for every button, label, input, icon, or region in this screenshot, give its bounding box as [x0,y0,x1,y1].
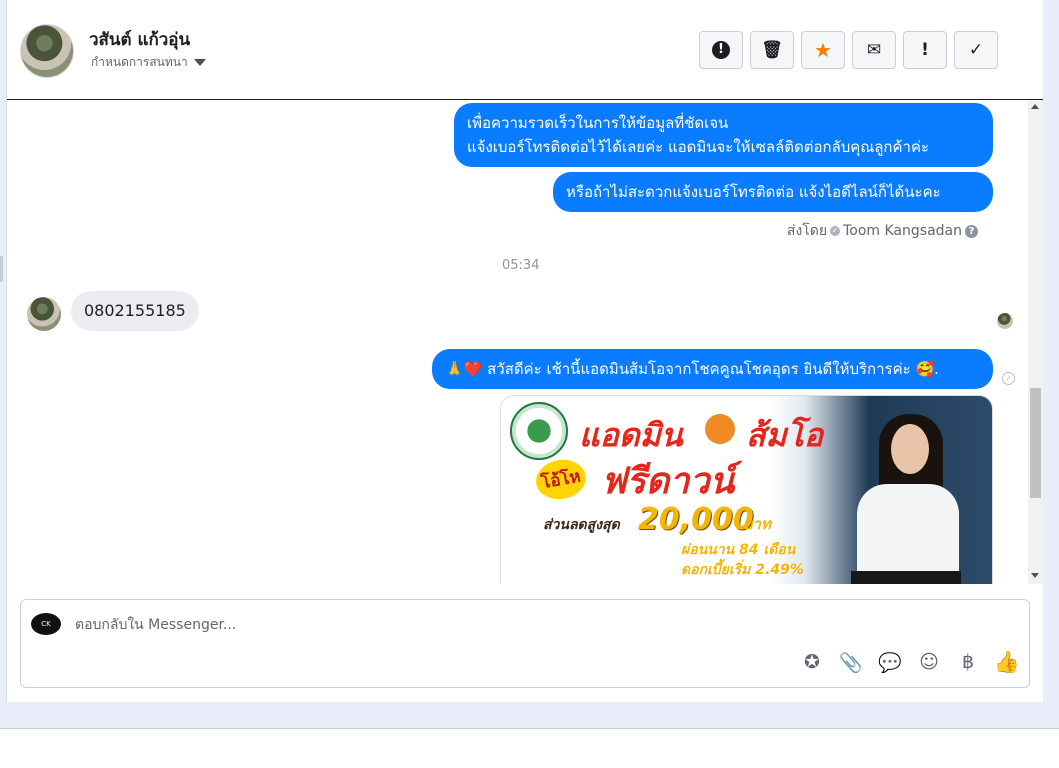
emoji-button[interactable]: ☺ [917,650,941,674]
read-receipt-avatar [997,313,1013,329]
message-timestamp: 05:34 [502,258,540,273]
help-icon[interactable]: ? [965,224,978,238]
divider [0,728,1059,729]
sent-check-icon: ✓ [1002,372,1015,385]
promo-bonus-badge: โอ้โห [532,455,589,504]
message-text: หรือถ้าไม่สะดวกแจ้งเบอร์โทรติดต่อ แจ้งไอ… [566,183,941,201]
promo-free-down: ฟรีดาวน์ [601,461,735,502]
star-bubble-icon: ✪ [804,651,820,673]
sender-name[interactable]: Toom Kangsadan [843,223,962,239]
trash-icon: 🗑 [761,40,783,60]
mark-unread-button[interactable]: ✉ [852,31,896,69]
promo-rate: ดอกเบี้ยเริ่ม 2.49% [681,562,804,578]
quick-reply-button[interactable]: 💬 [878,650,902,674]
scrollbar-thumb[interactable] [1030,388,1041,498]
conversation-toolbar: ! 🗑 ★ ✉ ! ✓ [699,31,998,69]
chat-bubble-icon: 💬 [878,651,902,674]
reply-composer: CK ✪ 📎 💬 ☺ ฿ 👍 [20,599,1030,688]
composer-tools: ✪ 📎 💬 ☺ ฿ 👍 [800,649,1021,674]
promo-currency: บาท [743,515,771,533]
assign-label: กำหนดการสนทนา [91,55,188,69]
report-button[interactable]: ! [699,31,743,69]
sent-by-label: ส่งโดย [786,223,828,239]
sent-by-info: ส่งโดย ✓ Toom Kangsadan? [787,220,978,242]
message-text: 🙏❤️ สวัสดีค่ะ เช้านี้แอดมินส้มโอจากโชคคู… [445,360,939,378]
attach-button[interactable]: 📎 [839,650,863,674]
message-text: 0802155185 [84,301,186,320]
message-thread[interactable]: เพื่อความรวดเร็วในการให้ข้อมูลที่ชัดเจน … [7,100,1027,584]
thumbs-up-icon: 👍 [993,649,1021,674]
conversation-panel: วสันต์ แก้วอุ่น กำหนดการสนทนา ! 🗑 ★ ✉ ! … [6,0,1043,702]
saved-reply-button[interactable]: ✪ [800,650,824,674]
dealer-logo [510,402,568,460]
outgoing-message[interactable]: หรือถ้าไม่สะดวกแจ้งเบอร์โทรติดต่อ แจ้งไอ… [553,172,993,212]
mark-done-button[interactable]: ✓ [954,31,998,69]
message-text: เพื่อความรวดเร็วในการให้ข้อมูลที่ชัดเจน [467,114,729,132]
contact-name[interactable]: วสันต์ แก้วอุ่น [89,26,190,53]
promo-title-name: ส้มโอ [746,416,824,454]
incoming-message[interactable]: 0802155185 [71,291,199,331]
delete-button[interactable]: 🗑 [750,31,794,69]
baht-icon: ฿ [961,651,975,673]
page-logo: CK [31,613,61,635]
scroll-up-arrow-icon[interactable] [1031,104,1039,109]
outgoing-message[interactable]: เพื่อความรวดเร็วในการให้ข้อมูลที่ชัดเจน … [454,103,993,167]
conversation-header: วสันต์ แก้วอุ่น กำหนดการสนทนา ! 🗑 ★ ✉ ! … [7,0,1043,100]
payment-button[interactable]: ฿ [956,650,980,674]
verified-icon: ✓ [830,226,841,236]
exclamation-circle-icon: ! [712,41,730,59]
outgoing-message[interactable]: 🙏❤️ สวัสดีค่ะ เช้านี้แอดมินส้มโอจากโชคคู… [432,349,993,389]
resize-handle[interactable] [0,256,3,282]
promo-amount: 20,000 [638,502,754,537]
message-text: แจ้งเบอร์โทรติดต่อไว้ได้เลยค่ะ แอดมินจะใ… [467,138,930,156]
contact-avatar[interactable] [20,24,74,78]
like-button[interactable]: 👍 [993,649,1021,674]
paperclip-icon: 📎 [839,651,863,674]
model-shirt [857,484,959,584]
star-button[interactable]: ★ [801,31,845,69]
mark-important-button[interactable]: ! [903,31,947,69]
envelope-icon: ✉ [866,40,882,60]
assign-conversation-dropdown[interactable]: กำหนดการสนทนา [91,53,206,72]
scroll-down-arrow-icon[interactable] [1031,573,1039,578]
contact-avatar-small[interactable] [27,297,61,331]
caret-down-icon [193,59,206,66]
checkmark-icon: ✓ [968,40,984,60]
star-icon: ★ [814,38,832,62]
promo-discount-label: ส่วนลดสูงสุด [543,517,620,533]
reply-input[interactable] [73,612,777,638]
smiley-icon: ☺ [919,651,939,673]
promo-image[interactable]: แอดมิน ส้มโอ โอ้โห ฟรีดาวน์ ส่วนลดสูงสุด… [500,395,993,584]
orange-icon [705,414,735,444]
model-face [891,424,929,474]
thread-scrollbar[interactable] [1028,100,1043,584]
model-skirt [851,571,961,584]
promo-term: ผ่อนนาน 84 เดือน [681,542,796,558]
exclamation-icon: ! [921,40,929,60]
